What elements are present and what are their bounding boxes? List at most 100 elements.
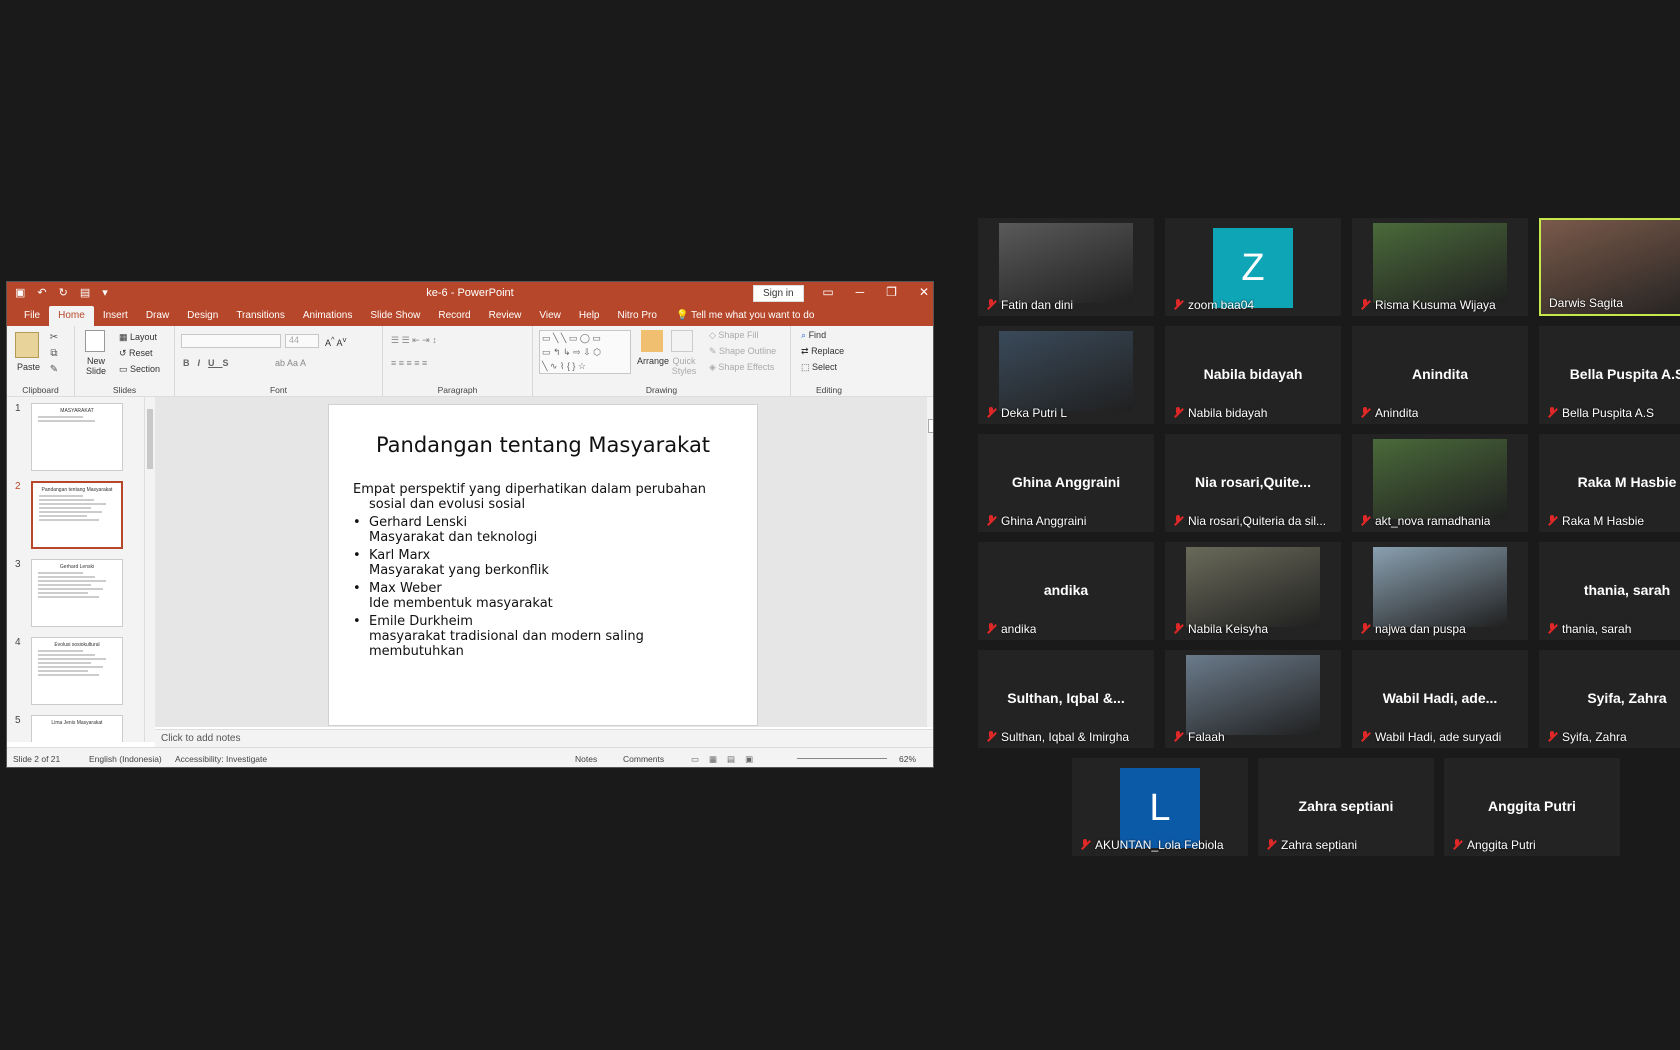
thumbnail-title: Gerhard Lenski xyxy=(59,564,95,570)
thumbnails-scroll-thumb[interactable] xyxy=(147,409,153,469)
participant-tile[interactable]: Zzoom baa04 xyxy=(1165,218,1341,316)
participant-tile[interactable]: Deka Putri L xyxy=(978,326,1154,424)
participant-tile[interactable]: Anggita Putri Anggita Putri xyxy=(1444,758,1620,856)
paste-icon[interactable] xyxy=(15,332,39,358)
shape-outline-button[interactable]: ✎ Shape Outline xyxy=(709,346,776,357)
participant-tile[interactable]: Nia rosari,Quite... Nia rosari,Quiteria d… xyxy=(1165,434,1341,532)
participant-tile[interactable]: Darwis Sagita xyxy=(1539,218,1680,316)
slide-thumbnail[interactable]: MASYARAKAT xyxy=(31,403,123,471)
zoom-level[interactable]: 62% xyxy=(899,754,916,764)
participant-center-name: Ghina Anggraini xyxy=(1011,474,1121,490)
tell-me-search[interactable]: 💡 Tell me what you want to do xyxy=(676,310,814,326)
current-slide[interactable]: Pandangan tentang Masyarakat Empat persp… xyxy=(328,404,758,726)
align-icons[interactable]: ≡ ≡ ≡ ≡ ≡ xyxy=(391,358,427,368)
font-format-buttons[interactable]: BIUS xyxy=(183,358,237,368)
participant-tile[interactable]: Risma Kusuma Wijaya xyxy=(1352,218,1528,316)
participant-name-label: Wabil Hadi, ade suryadi xyxy=(1360,730,1501,744)
restore-icon[interactable]: ❐ xyxy=(886,285,897,299)
editor-scroll-thumb[interactable] xyxy=(928,419,933,433)
participant-tile[interactable]: andika andika xyxy=(978,542,1154,640)
tab-help[interactable]: Help xyxy=(570,310,609,326)
reset-button[interactable]: ↺ Reset xyxy=(119,348,153,359)
participant-tile[interactable]: akt_nova ramadhania xyxy=(1352,434,1528,532)
quick-styles-icon[interactable] xyxy=(671,330,693,352)
select-button[interactable]: ⬚ Select xyxy=(801,362,837,373)
slide-thumbnail[interactable]: Evolusi sosiokultural xyxy=(31,637,123,705)
language[interactable]: English (Indonesia) xyxy=(89,754,162,764)
new-slide-button[interactable]: New Slide xyxy=(81,356,111,376)
thumbnails-scrollbar[interactable] xyxy=(145,397,155,742)
font-color-icon[interactable]: ab Aa A xyxy=(275,358,306,368)
window-controls: ▭ ─ ❐ ✕ xyxy=(822,285,929,299)
tab-insert[interactable]: Insert xyxy=(94,310,137,326)
arrange-icon[interactable] xyxy=(641,330,663,352)
grow-font-icon[interactable]: A^ Av xyxy=(325,335,346,348)
section-label: Section xyxy=(130,364,161,374)
tab-transitions[interactable]: Transitions xyxy=(227,310,294,326)
drawing-group: ▭ ╲ ╲ ▭ ◯ ▭ ▭ ↰ ↳ ⇨ ⇩ ⬡ ╲ ∿ ⌇ { } ☆ Arrang… xyxy=(533,326,791,397)
participant-tile[interactable]: Anindita Anindita xyxy=(1352,326,1528,424)
tab-nitro-pro[interactable]: Nitro Pro xyxy=(608,310,665,326)
slide-title[interactable]: Pandangan tentang Masyarakat xyxy=(329,433,757,457)
copy-icon[interactable]: ⧉ xyxy=(47,348,61,360)
tab-view[interactable]: View xyxy=(530,310,570,326)
comments-button[interactable]: Comments xyxy=(623,754,664,764)
tab-animations[interactable]: Animations xyxy=(294,310,361,326)
section-button[interactable]: ▭ Section xyxy=(119,364,160,375)
tab-review[interactable]: Review xyxy=(480,310,531,326)
tab-slide-show[interactable]: Slide Show xyxy=(361,310,429,326)
participant-tile[interactable]: Zahra septiani Zahra septiani xyxy=(1258,758,1434,856)
editor-scrollbar[interactable] xyxy=(927,397,933,727)
format-painter-icon[interactable]: ✎ xyxy=(47,364,61,376)
bullets-icon[interactable]: ☰ ☰ ⇤ ⇥ ↕ xyxy=(391,335,437,346)
participant-tile[interactable]: Nabila bidayah Nabila bidayah xyxy=(1165,326,1341,424)
close-icon[interactable]: ✕ xyxy=(919,285,929,299)
slide-count: Slide 2 of 21 xyxy=(13,754,61,764)
minimize-icon[interactable]: ─ xyxy=(856,285,865,299)
tab-record[interactable]: Record xyxy=(429,310,479,326)
slide-thumbnail[interactable]: Lima Jenis Masyarakat xyxy=(31,715,123,742)
slide-thumbnail[interactable]: Gerhard Lenski xyxy=(31,559,123,627)
shapes-gallery[interactable]: ▭ ╲ ╲ ▭ ◯ ▭ ▭ ↰ ↳ ⇨ ⇩ ⬡ ╲ ∿ ⌇ { } ☆ xyxy=(539,330,631,374)
tab-file[interactable]: File xyxy=(15,310,49,326)
participant-center-name: Syifa, Zahra xyxy=(1587,690,1667,706)
notes-button[interactable]: Notes xyxy=(575,754,597,764)
zoom-slider[interactable] xyxy=(797,758,887,759)
slide-body[interactable]: Empat perspektif yang diperhatikan dalam… xyxy=(353,482,737,659)
participant-tile[interactable]: Syifa, Zahra Syifa, Zahra xyxy=(1539,650,1680,748)
font-size-box[interactable]: 44 xyxy=(285,334,319,348)
participant-tile[interactable]: Fatin dan dini xyxy=(978,218,1154,316)
layout-button[interactable]: ▦ Layout xyxy=(119,332,157,343)
quick-styles-button[interactable]: Quick Styles xyxy=(667,356,701,376)
participant-tile[interactable]: Sulthan, Iqbal &... Sulthan, Iqbal & Imir… xyxy=(978,650,1154,748)
slide-thumbnail[interactable]: Pandangan tentang Masyarakat xyxy=(31,481,123,549)
cut-icon[interactable]: ✂ xyxy=(47,332,61,344)
participant-tile[interactable]: Ghina Anggraini Ghina Anggraini xyxy=(978,434,1154,532)
tab-draw[interactable]: Draw xyxy=(137,310,178,326)
ribbon-display-icon[interactable]: ▭ xyxy=(822,285,833,299)
notes-pane[interactable]: Click to add notes xyxy=(155,729,933,747)
view-buttons[interactable]: ▭▦▤▣ xyxy=(691,754,763,765)
shape-effects-button[interactable]: ◈ Shape Effects xyxy=(709,362,774,373)
participant-name-label: najwa dan puspa xyxy=(1360,622,1466,636)
participant-tile[interactable]: najwa dan puspa xyxy=(1352,542,1528,640)
participant-video xyxy=(1373,223,1507,303)
participant-tile[interactable]: Raka M Hasbie Raka M Hasbie xyxy=(1539,434,1680,532)
participant-tile[interactable]: Bella Puspita A.S Bella Puspita A.S xyxy=(1539,326,1680,424)
participant-tile[interactable]: Wabil Hadi, ade... Wabil Hadi, ade suryad… xyxy=(1352,650,1528,748)
participant-tile[interactable]: L AKUNTAN_Lola Febiola xyxy=(1072,758,1248,856)
participant-tile[interactable]: Nabila Keisyha xyxy=(1165,542,1341,640)
tab-home[interactable]: Home xyxy=(49,306,94,326)
accessibility-status[interactable]: Accessibility: Investigate xyxy=(175,754,267,764)
find-button[interactable]: ⌕ Find xyxy=(801,330,826,341)
participant-tile[interactable]: Falaah xyxy=(1165,650,1341,748)
arrange-button[interactable]: Arrange xyxy=(637,356,669,366)
sign-in-button[interactable]: Sign in xyxy=(753,285,804,302)
shape-fill-button[interactable]: ◇ Shape Fill xyxy=(709,330,758,341)
font-name-box[interactable] xyxy=(181,334,281,348)
tab-design[interactable]: Design xyxy=(178,310,227,326)
participant-tile[interactable]: thania, sarah thania, sarah xyxy=(1539,542,1680,640)
new-slide-icon[interactable] xyxy=(85,330,105,352)
replace-button[interactable]: ⇄ Replace xyxy=(801,346,844,357)
paste-button[interactable]: Paste xyxy=(17,362,40,372)
